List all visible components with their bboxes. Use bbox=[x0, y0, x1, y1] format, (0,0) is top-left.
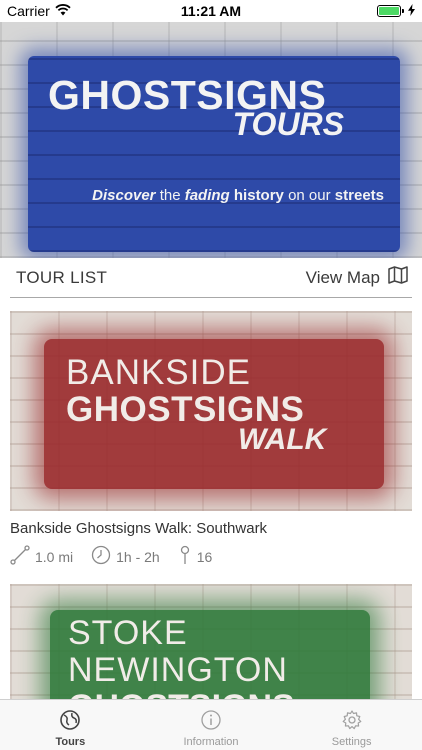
tagline-word-2: the bbox=[159, 187, 181, 204]
status-bar: Carrier 11:21 AM bbox=[0, 0, 422, 22]
charging-bolt-icon bbox=[408, 3, 415, 19]
info-icon bbox=[200, 709, 222, 734]
gear-icon bbox=[341, 709, 363, 734]
hero-subtitle: TOURS bbox=[232, 106, 344, 142]
tagline-word-5: on our bbox=[288, 187, 331, 204]
tab-settings[interactable]: Settings bbox=[281, 700, 422, 750]
tour-image[interactable]: BANKSIDE GHOSTSIGNS WALK bbox=[10, 311, 412, 511]
map-icon bbox=[388, 266, 408, 289]
tab-tours-label: Tours bbox=[55, 736, 86, 748]
view-map-label: View Map bbox=[305, 267, 380, 287]
view-map-button[interactable]: View Map bbox=[306, 266, 408, 289]
tab-bar: Tours Information Settings bbox=[0, 699, 422, 750]
tour-name[interactable]: Bankside Ghostsigns Walk: Southwark bbox=[10, 520, 412, 537]
section-title: TOUR LIST bbox=[16, 267, 108, 287]
tour-image-line-1: BANKSIDE bbox=[66, 353, 251, 392]
status-left: Carrier bbox=[7, 3, 71, 19]
duration-value: 1h - 2h bbox=[116, 548, 160, 565]
tagline-word-4: history bbox=[233, 187, 284, 204]
globe-icon bbox=[59, 709, 81, 734]
tagline-word-3: fading bbox=[184, 187, 230, 204]
tab-settings-label: Settings bbox=[331, 736, 372, 748]
tour-duration: 1h - 2h bbox=[91, 545, 160, 568]
stops-value: 16 bbox=[196, 548, 213, 565]
battery-icon bbox=[377, 5, 404, 17]
tab-tours[interactable]: Tours bbox=[0, 700, 141, 750]
clock-icon bbox=[91, 545, 111, 568]
pin-icon bbox=[178, 545, 192, 568]
tour-list-header: TOUR LIST View Map bbox=[10, 258, 412, 298]
distance-icon bbox=[10, 545, 30, 568]
tagline-word-1: Discover bbox=[92, 187, 156, 204]
distance-value: 1.0 mi bbox=[35, 548, 74, 565]
tour-image-line-2: NEWINGTON bbox=[68, 651, 288, 689]
wifi-icon bbox=[55, 3, 71, 19]
tour-stops: 16 bbox=[178, 545, 213, 568]
tour-distance: 1.0 mi bbox=[10, 545, 73, 568]
tab-information[interactable]: Information bbox=[141, 700, 282, 750]
tour-image-line-1: STOKE bbox=[68, 614, 188, 652]
carrier-label: Carrier bbox=[7, 3, 50, 19]
tour-meta: 1.0 mi 1h - 2h 16 bbox=[10, 545, 412, 568]
tour-card[interactable]: BANKSIDE GHOSTSIGNS WALK Bankside Ghosts… bbox=[10, 311, 412, 568]
status-right bbox=[377, 3, 415, 19]
tab-information-label: Information bbox=[183, 736, 239, 748]
hero-tagline: Discover the fading history on our stree… bbox=[92, 187, 384, 204]
tagline-word-6: streets bbox=[334, 187, 384, 204]
tour-image-line-3: WALK bbox=[238, 423, 327, 456]
hero-banner: GHOSTSIGNS TOURS Discover the fading his… bbox=[0, 22, 422, 258]
